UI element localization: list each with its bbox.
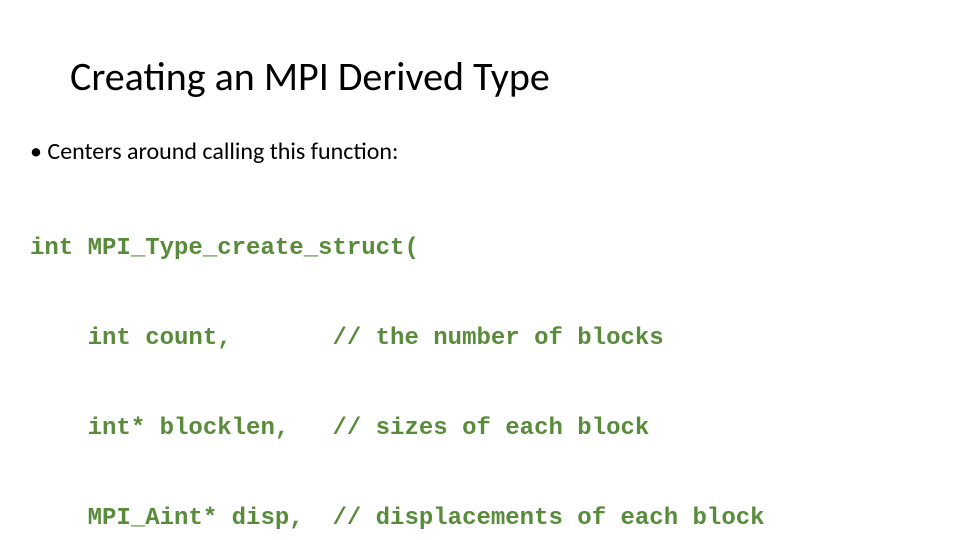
bullet-intro: Centers around calling this function: [30, 137, 930, 166]
slide: Creating an MPI Derived Type Centers aro… [0, 0, 960, 540]
code-line-1: int MPI_Type_create_struct( [30, 234, 930, 264]
code-block: int MPI_Type_create_struct( int count, /… [30, 174, 930, 540]
code-line-4: MPI_Aint* disp, // displacements of each… [30, 504, 930, 534]
slide-title: Creating an MPI Derived Type [70, 55, 930, 99]
code-line-2: int count, // the number of blocks [30, 324, 930, 354]
code-line-3: int* blocklen, // sizes of each block [30, 414, 930, 444]
